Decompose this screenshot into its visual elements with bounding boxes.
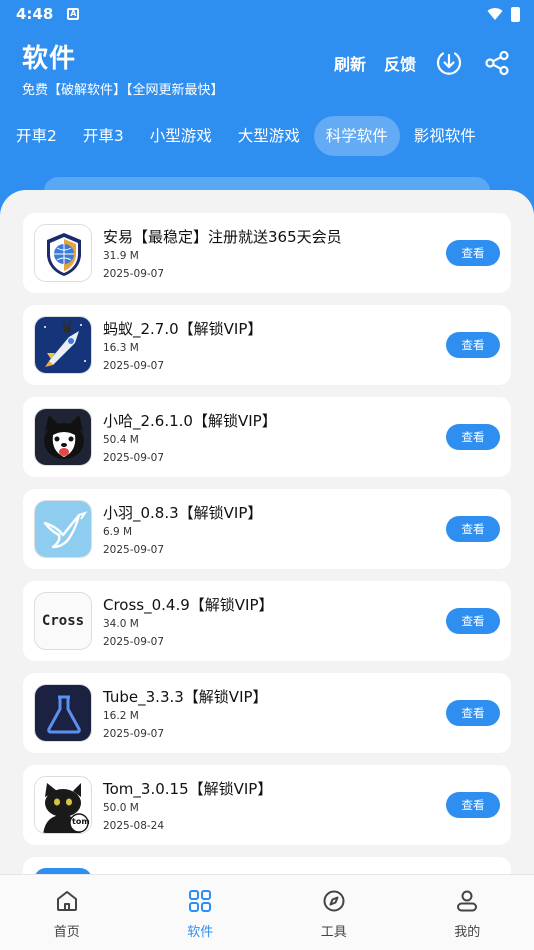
list-item[interactable]: Cross Cross_0.4.9【解锁VIP】 34.0 M 2025-09-… [23, 581, 511, 661]
home-icon [56, 891, 77, 911]
download-icon [436, 52, 462, 75]
download-button[interactable] [434, 48, 464, 78]
view-button[interactable]: 查看 [446, 516, 500, 542]
shield-globe-icon [34, 224, 92, 282]
app-info: 安易【最稳定】注册就送365天会员 31.9 M 2025-09-07 [103, 226, 342, 280]
tom-logo-text: tom [72, 817, 90, 826]
app-date: 2025-09-07 [103, 268, 165, 280]
category-tabs: 开車2 开車3 小型游戏 大型游戏 科学软件 影视软件 [0, 115, 534, 157]
app-name: 小哈_2.6.1.0【解锁VIP】 [103, 412, 277, 430]
app-name: 安易【最稳定】注册就送365天会员 [103, 228, 342, 246]
app-info: 蚂蚁_2.7.0【解锁VIP】 16.3 M 2025-09-07 [103, 318, 262, 372]
app-list: 安易【最稳定】注册就送365天会员 31.9 M 2025-09-07 查看 蚂… [23, 213, 511, 909]
notification-icon: A [67, 8, 80, 20]
bottom-nav: 首页 软件 工具 我的 [0, 874, 534, 950]
app-size: 6.9 M [103, 526, 133, 538]
feedback-button[interactable]: 反馈 [384, 51, 416, 75]
app-date: 2025-09-07 [103, 636, 165, 648]
user-icon [457, 890, 478, 912]
app-info: Tube_3.3.3【解锁VIP】 16.2 M 2025-09-07 [103, 686, 268, 740]
page-title: 软件 [22, 44, 77, 74]
app-size: 50.0 M [103, 802, 139, 814]
app-size: 50.4 M [103, 434, 139, 446]
app-date: 2025-09-07 [103, 452, 165, 464]
app-date: 2025-09-07 [103, 544, 165, 556]
app-info: 小羽_0.8.3【解锁VIP】 6.9 M 2025-09-07 [103, 502, 262, 556]
nav-tools[interactable]: 工具 [267, 875, 401, 950]
app-header: 软件 免费【破解软件】【全网更新最快】 [22, 38, 224, 98]
app-name: Cross_0.4.9【解锁VIP】 [103, 596, 274, 614]
view-button[interactable]: 查看 [446, 792, 500, 818]
battery-icon [511, 6, 520, 22]
refresh-button[interactable]: 刷新 [334, 51, 366, 75]
tab-video-software[interactable]: 影视软件 [402, 116, 488, 156]
app-info: Cross_0.4.9【解锁VIP】 34.0 M 2025-09-07 [103, 594, 274, 648]
view-button[interactable]: 查看 [446, 608, 500, 634]
app-size: 31.9 M [103, 250, 139, 262]
rocket-ant-icon [34, 316, 92, 374]
app-info: 小哈_2.6.1.0【解锁VIP】 50.4 M 2025-09-07 [103, 410, 277, 464]
list-item[interactable]: 小哈_2.6.1.0【解锁VIP】 50.4 M 2025-09-07 查看 [23, 397, 511, 477]
view-button[interactable]: 查看 [446, 332, 500, 358]
app-name: 蚂蚁_2.7.0【解锁VIP】 [103, 320, 263, 338]
cross-logo-text: Cross [41, 613, 85, 629]
app-date: 2025-08-24 [103, 820, 165, 832]
nav-tools-label: 工具 [320, 925, 347, 940]
content-panel: 安易【最稳定】注册就送365天会员 31.9 M 2025-09-07 查看 蚂… [0, 190, 534, 950]
flask-icon [34, 684, 92, 742]
status-bar: 4:48 A [0, 0, 534, 28]
app-info: Tom_3.0.15【解锁VIP】 50.0 M 2025-08-24 [103, 778, 272, 832]
list-item[interactable]: Tube_3.3.3【解锁VIP】 16.2 M 2025-09-07 查看 [23, 673, 511, 753]
app-size: 16.2 M [103, 710, 139, 722]
header-actions: 刷新 反馈 [334, 48, 512, 78]
share-button[interactable] [482, 48, 512, 78]
app-size: 34.0 M [103, 618, 139, 630]
app-date: 2025-09-07 [103, 360, 165, 372]
compass-icon [323, 890, 345, 912]
list-item[interactable]: 小羽_0.8.3【解锁VIP】 6.9 M 2025-09-07 查看 [23, 489, 511, 569]
page-subtitle: 免费【破解软件】【全网更新最快】 [22, 83, 224, 98]
cross-text-icon: Cross [34, 592, 92, 650]
black-cat-icon: tom [34, 776, 92, 834]
list-item[interactable]: tom Tom_3.0.15【解锁VIP】 50.0 M 2025-08-24 … [23, 765, 511, 845]
nav-profile[interactable]: 我的 [401, 875, 534, 950]
view-button[interactable]: 查看 [446, 424, 500, 450]
app-name: 小羽_0.8.3【解锁VIP】 [103, 504, 263, 522]
husky-icon [34, 408, 92, 466]
nav-software[interactable]: 软件 [134, 875, 268, 950]
status-time: 4:48 [16, 5, 54, 23]
share-icon [485, 50, 509, 76]
nav-profile-label: 我的 [454, 925, 481, 940]
tab-large-games[interactable]: 大型游戏 [226, 116, 312, 156]
list-item[interactable]: 安易【最稳定】注册就送365天会员 31.9 M 2025-09-07 查看 [23, 213, 511, 293]
app-name: Tom_3.0.15【解锁VIP】 [103, 780, 273, 798]
bird-icon [34, 500, 92, 558]
app-name: Tube_3.3.3【解锁VIP】 [103, 688, 268, 706]
view-button[interactable]: 查看 [446, 240, 500, 266]
tab-small-games[interactable]: 小型游戏 [138, 116, 224, 156]
status-icons [487, 6, 520, 22]
tab-kaiche2[interactable]: 开車2 [4, 116, 69, 156]
nav-software-label: 软件 [187, 925, 214, 940]
nav-home[interactable]: 首页 [0, 875, 134, 950]
wifi-icon [487, 8, 503, 20]
tab-kaiche3[interactable]: 开車3 [71, 116, 136, 156]
view-button[interactable]: 查看 [446, 700, 500, 726]
tab-science-software[interactable]: 科学软件 [313, 116, 400, 156]
app-size: 16.3 M [103, 342, 139, 354]
nav-home-label: 首页 [53, 925, 80, 940]
grid-icon [189, 890, 212, 912]
app-date: 2025-09-07 [103, 728, 165, 740]
list-item[interactable]: 蚂蚁_2.7.0【解锁VIP】 16.3 M 2025-09-07 查看 [23, 305, 511, 385]
